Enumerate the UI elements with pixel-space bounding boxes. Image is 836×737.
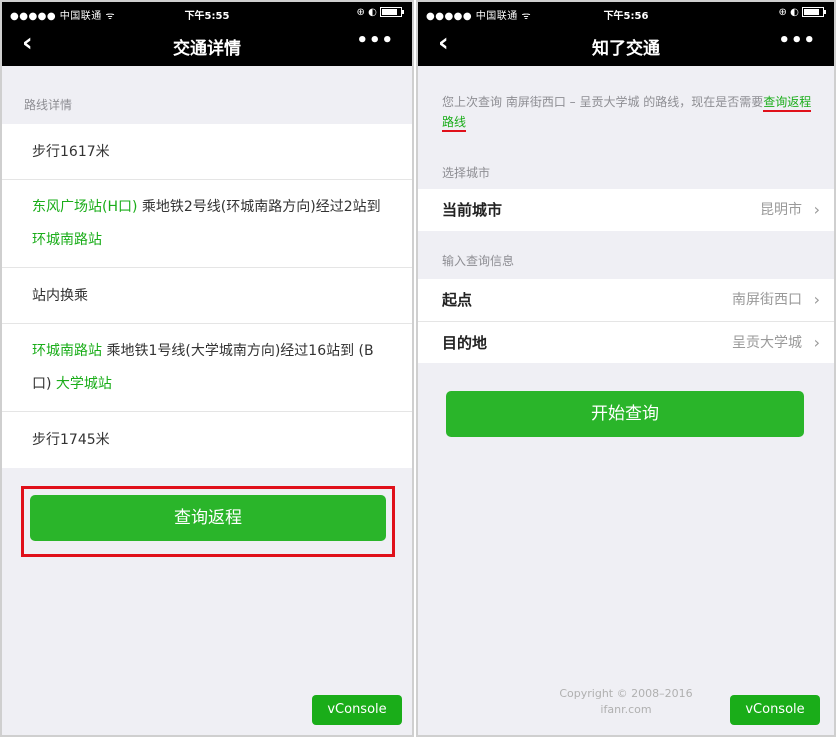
route-section-label: 路线详情 xyxy=(24,98,73,112)
city-label: 当前城市 xyxy=(442,201,503,219)
status-icons: ⊕ ◐ xyxy=(778,7,826,18)
station-to: 大学城站 xyxy=(55,376,112,392)
city-value: 昆明市 xyxy=(760,202,802,218)
status-time: 下午5:55 xyxy=(184,11,230,22)
battery-icon xyxy=(380,7,404,17)
route-step-walk-1: 步行1617米 xyxy=(2,124,412,180)
notice-text: 您上次查询 南屏街西口 – 呈贡大学城 的路线，现在是否需要 xyxy=(442,95,764,109)
city-section-label: 选择城市 xyxy=(442,166,491,180)
status-bar: ●●●●● 中国联通 ᯤ 下午5:56 ⊕ ◐ xyxy=(418,2,834,24)
screenshot-frame: ●●●●● 中国联通 ᯤ 下午5:55 ⊕ ◐ ‹ 交通详情 ••• 路线详情 … xyxy=(0,0,836,737)
query-return-button[interactable]: 查询返程 xyxy=(30,495,386,541)
top-bar: ●●●●● 中国联通 ᯤ 下午5:55 ⊕ ◐ ‹ 交通详情 ••• xyxy=(2,2,412,66)
start-label: 起点 xyxy=(442,291,473,309)
destination-field[interactable]: 目的地 呈贡大学城 › xyxy=(418,321,834,363)
start-field[interactable]: 起点 南屏街西口 › xyxy=(418,279,834,321)
battery-icon xyxy=(802,7,826,17)
chevron-right-icon: › xyxy=(813,290,820,309)
destination-value: 呈贡大学城 xyxy=(732,335,802,351)
start-value: 南屏街西口 xyxy=(732,292,802,308)
query-section-label: 输入查询信息 xyxy=(442,254,515,268)
nav-bar: ‹ 交通详情 ••• xyxy=(2,24,412,66)
route-step-walk-2: 步行1745米 xyxy=(32,432,110,448)
right-phone-screen: ●●●●● 中国联通 ᯤ 下午5:56 ⊕ ◐ ‹ 知了交通 ••• 您上次查询… xyxy=(416,0,836,737)
status-glyphs: ⊕ ◐ xyxy=(778,7,799,18)
city-selector[interactable]: 当前城市 昆明市 › xyxy=(418,189,834,231)
start-query-button[interactable]: 开始查询 xyxy=(446,391,804,437)
highlight-box: 查询返程 xyxy=(21,486,395,557)
status-time: 下午5:56 xyxy=(603,11,649,22)
step-detail: 乘地铁2号线(环城南路方向)经过2站到 xyxy=(137,199,381,215)
city-row[interactable]: 当前城市 昆明市 › xyxy=(418,189,834,231)
nav-bar: ‹ 知了交通 ••• xyxy=(418,24,834,66)
top-bar: ●●●●● 中国联通 ᯤ 下午5:56 ⊕ ◐ ‹ 知了交通 ••• xyxy=(418,2,834,66)
page-title: 知了交通 xyxy=(592,39,660,59)
status-bar: ●●●●● 中国联通 ᯤ 下午5:55 ⊕ ◐ xyxy=(2,2,412,24)
route-step-transfer: 站内换乘 xyxy=(2,268,412,324)
status-icons: ⊕ ◐ xyxy=(356,7,404,18)
route-step-metro-2: 东风广场站(H口) 乘地铁2号线(环城南路方向)经过2站到 环城南路站 xyxy=(2,180,412,268)
route-step-metro-1: 环城南路站 乘地铁1号线(大学城南方向)经过16站到 (B口) 大学城站 xyxy=(2,324,412,412)
page-title: 交通详情 xyxy=(173,39,241,59)
more-icon[interactable]: ••• xyxy=(356,30,394,51)
left-phone-screen: ●●●●● 中国联通 ᯤ 下午5:55 ⊕ ◐ ‹ 交通详情 ••• 路线详情 … xyxy=(0,0,414,737)
query-form: 起点 南屏街西口 › 目的地 呈贡大学城 › xyxy=(418,279,834,363)
more-icon[interactable]: ••• xyxy=(778,30,816,51)
status-glyphs: ⊕ ◐ xyxy=(356,7,377,18)
route-steps-list: 步行1617米 东风广场站(H口) 乘地铁2号线(环城南路方向)经过2站到 环城… xyxy=(2,124,412,468)
station-to: 环城南路站 xyxy=(32,232,102,248)
destination-label: 目的地 xyxy=(442,334,488,352)
last-query-notice: 您上次查询 南屏街西口 – 呈贡大学城 的路线，现在是否需要查询返程路线 xyxy=(442,92,812,132)
vconsole-button[interactable]: vConsole xyxy=(312,695,402,725)
chevron-right-icon: › xyxy=(813,333,820,352)
vconsole-button[interactable]: vConsole xyxy=(730,695,820,725)
chevron-right-icon: › xyxy=(813,200,820,219)
station-from: 环城南路站 xyxy=(32,343,102,359)
station-from: 东风广场站(H口) xyxy=(32,199,138,215)
